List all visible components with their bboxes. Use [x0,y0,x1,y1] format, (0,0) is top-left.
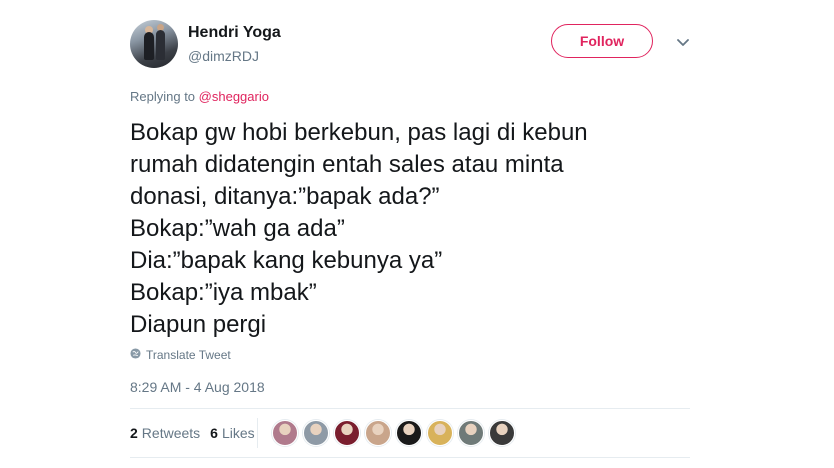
likes-stat[interactable]: 6 Likes [210,425,254,441]
stats-separator [257,418,258,448]
user-handle[interactable]: @dimzRDJ [188,48,259,64]
replying-prefix: Replying to [130,89,199,104]
globe-icon [130,348,141,362]
translate-tweet-link[interactable]: Translate Tweet [130,348,231,362]
tweet-card: Hendri Yoga @dimzRDJ Follow Replying to … [130,18,692,468]
reply-mention-link[interactable]: @sheggario [199,89,269,104]
tweet-timestamp[interactable]: 8:29 AM - 4 Aug 2018 [130,379,265,395]
likes-label: Likes [221,425,255,441]
user-display-name[interactable]: Hendri Yoga [188,24,281,42]
chevron-down-icon[interactable] [676,36,690,50]
divider [130,457,690,458]
retweets-stat[interactable]: 2 Retweets [130,425,200,441]
liker-avatar[interactable] [365,420,391,446]
liker-avatar[interactable] [458,420,484,446]
liker-avatar[interactable] [303,420,329,446]
liker-avatar[interactable] [427,420,453,446]
liker-avatar[interactable] [489,420,515,446]
likes-count: 6 [210,425,218,441]
follow-button[interactable]: Follow [551,24,653,58]
divider [130,408,690,409]
liker-avatar[interactable] [334,420,360,446]
liker-avatars [272,420,515,446]
liker-avatar[interactable] [396,420,422,446]
liker-avatar[interactable] [272,420,298,446]
translate-label: Translate Tweet [146,348,231,362]
avatar[interactable] [130,20,178,68]
replying-to: Replying to @sheggario [130,89,269,104]
retweets-label: Retweets [141,425,201,441]
retweets-count: 2 [130,425,138,441]
tweet-stats: 2 Retweets 6 Likes [130,423,265,443]
tweet-text: Bokap gw hobi berkebun, pas lagi di kebu… [130,119,588,338]
